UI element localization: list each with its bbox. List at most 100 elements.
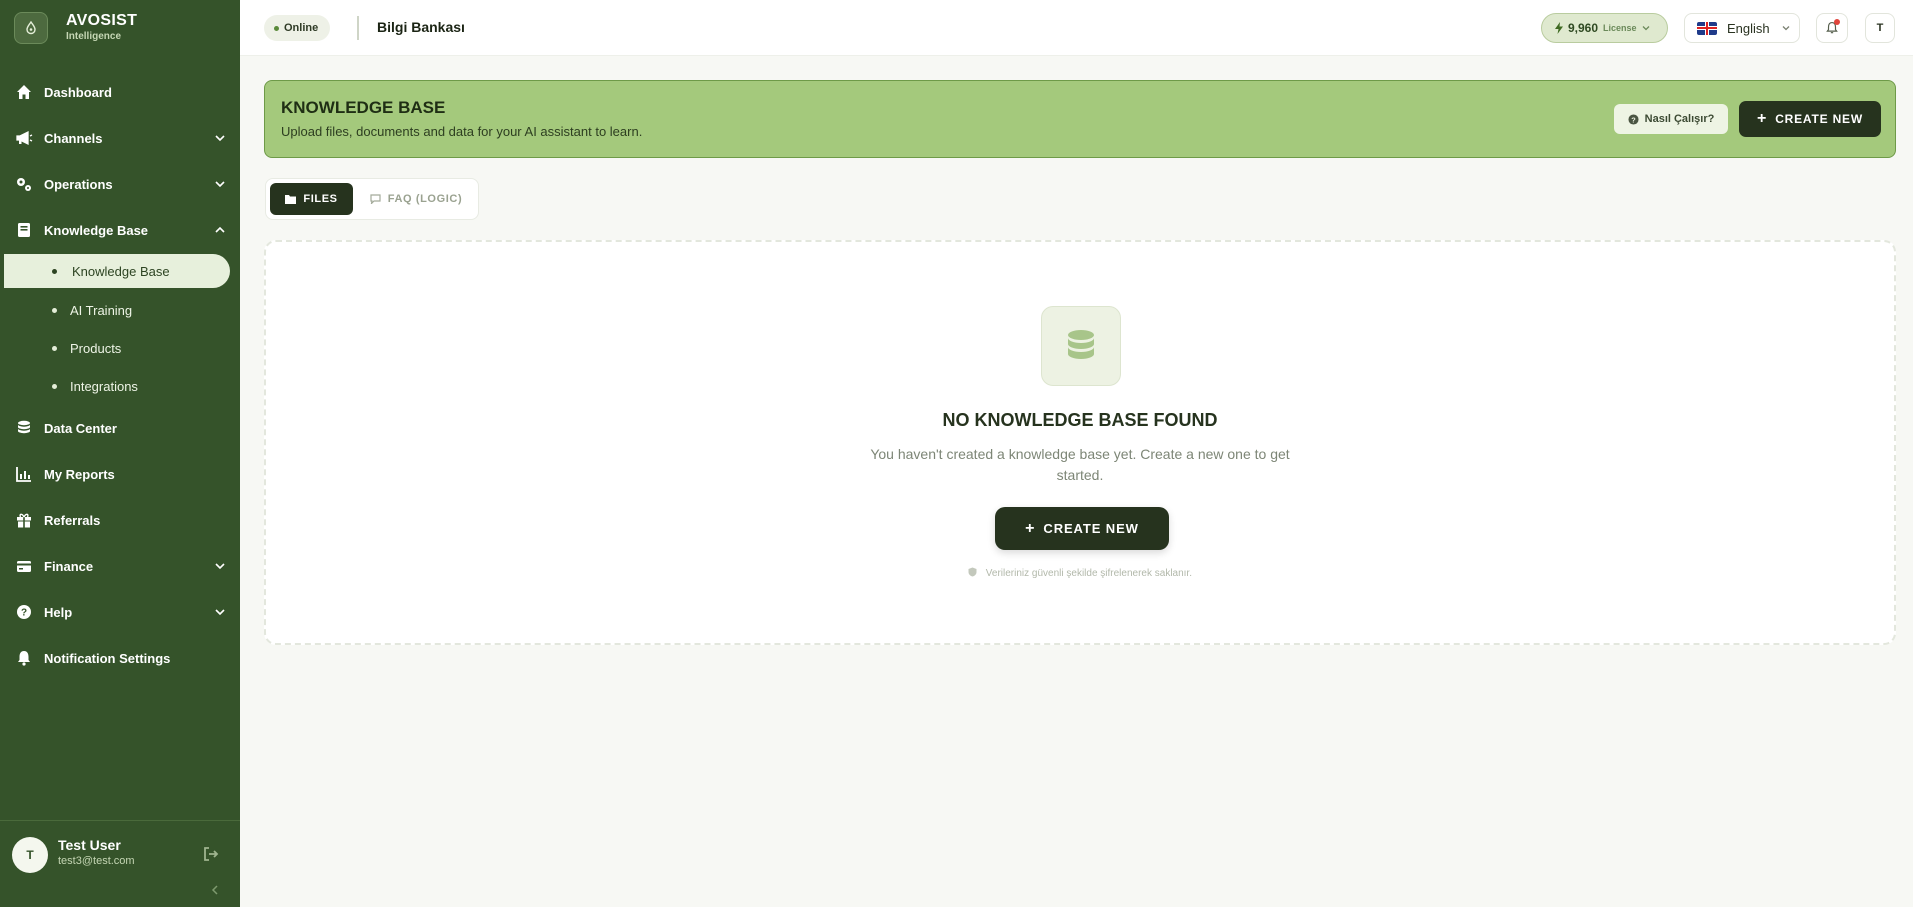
submenu-item-ai-training[interactable]: AI Training <box>4 293 230 327</box>
svg-text:?: ? <box>21 608 27 619</box>
sidebar-item-finance[interactable]: Finance <box>0 546 240 586</box>
brand-title: AVOSIST <box>66 12 138 29</box>
plus-icon: + <box>1025 519 1036 537</box>
content-tabs: FILES FAQ (LOGIC) <box>265 178 479 220</box>
license-label: License <box>1603 23 1637 33</box>
license-value: 9,960 <box>1568 21 1599 35</box>
header-divider <box>357 16 359 40</box>
logo-icon <box>14 12 48 44</box>
sidebar-item-label: Channels <box>44 130 103 146</box>
sidebar-item-label: Dashboard <box>44 84 112 100</box>
sidebar-item-help[interactable]: ? Help <box>0 592 240 632</box>
submenu-item-integrations[interactable]: Integrations <box>4 369 230 403</box>
sidebar-item-operations[interactable]: Operations <box>0 164 240 204</box>
submenu-item-knowledge-base[interactable]: Knowledge Base <box>4 254 230 288</box>
svg-text:?: ? <box>1631 115 1636 124</box>
notifications-button[interactable] <box>1816 13 1848 43</box>
sidebar: AVOSIST Intelligence Dashboard Channels … <box>0 0 240 907</box>
megaphone-icon <box>14 128 34 148</box>
empty-state-description: You haven't created a knowledge base yet… <box>870 446 1290 483</box>
chevron-down-icon <box>1642 26 1650 31</box>
knowledge-base-banner: KNOWLEDGE BASE Upload files, documents a… <box>264 80 1896 158</box>
how-it-works-label: Nasıl Çalışır? <box>1644 113 1715 125</box>
security-note: Verileriniz güvenli şekilde şifrelenerek… <box>266 567 1894 580</box>
sidebar-item-channels[interactable]: Channels <box>0 118 240 158</box>
gift-icon <box>14 510 34 530</box>
folder-icon <box>285 194 297 204</box>
banner-subtitle: Upload files, documents and data for you… <box>281 124 643 139</box>
language-selector[interactable]: English <box>1684 13 1800 43</box>
sidebar-item-my-reports[interactable]: My Reports <box>0 454 240 494</box>
uk-flag-icon <box>1697 21 1717 35</box>
sidebar-item-label: Referrals <box>44 512 101 528</box>
chart-icon <box>14 464 34 484</box>
create-new-button[interactable]: + CREATE NEW <box>1739 101 1881 137</box>
header-avatar[interactable]: T <box>1865 13 1895 43</box>
tab-files[interactable]: FILES <box>270 183 353 215</box>
tab-faq-label: FAQ (LOGIC) <box>387 193 463 205</box>
sidebar-item-label: Operations <box>44 176 113 192</box>
sidebar-item-label: Knowledge Base <box>44 222 149 238</box>
sidebar-item-notification-settings[interactable]: Notification Settings <box>0 638 240 678</box>
submenu-item-label: Knowledge Base <box>72 263 170 279</box>
user-name: Test User <box>58 837 121 853</box>
logout-icon[interactable] <box>202 845 220 863</box>
security-note-text: Verileriniz güvenli şekilde şifrelenerek… <box>985 568 1192 579</box>
bullet-icon <box>52 269 57 274</box>
chevron-up-icon <box>215 226 225 233</box>
empty-state-title: NO KNOWLEDGE BASE FOUND <box>942 410 1218 430</box>
tab-faq-logic[interactable]: FAQ (LOGIC) <box>358 183 474 215</box>
chat-bubble-icon <box>370 194 381 204</box>
database-icon <box>14 418 34 438</box>
wallet-icon <box>14 556 34 576</box>
page-title: Bilgi Bankası <box>377 19 465 35</box>
database-icon <box>1041 306 1121 386</box>
bullet-icon <box>52 384 57 389</box>
sidebar-item-data-center[interactable]: Data Center <box>0 408 240 448</box>
user-email: test3@test.com <box>58 855 135 867</box>
chevron-down-icon <box>215 181 225 188</box>
notification-dot <box>1834 19 1840 25</box>
sidebar-item-label: Data Center <box>44 420 117 436</box>
bolt-icon <box>1555 22 1563 34</box>
bell-icon <box>14 648 34 668</box>
shield-icon <box>968 567 977 580</box>
sidebar-item-label: My Reports <box>44 466 115 482</box>
submenu-item-label: AI Training <box>70 302 133 318</box>
tab-files-label: FILES <box>303 193 338 205</box>
brand[interactable]: AVOSIST Intelligence <box>14 12 137 44</box>
empty-state-panel: NO KNOWLEDGE BASE FOUND You haven't crea… <box>264 240 1896 645</box>
create-new-label: CREATE NEW <box>1775 112 1863 126</box>
license-badge[interactable]: 9,960 License <box>1541 13 1668 43</box>
status-badge: Online <box>264 15 331 41</box>
create-new-main-button[interactable]: + CREATE NEW <box>995 507 1169 550</box>
submenu-item-label: Integrations <box>70 378 138 394</box>
create-new-main-label: CREATE NEW <box>1043 521 1139 536</box>
home-icon <box>14 82 34 102</box>
avatar[interactable]: T <box>12 837 48 873</box>
plus-icon: + <box>1757 110 1768 127</box>
brand-subtitle: Intelligence <box>66 31 122 42</box>
bullet-icon <box>52 308 57 313</box>
sidebar-item-label: Help <box>44 604 73 620</box>
banner-title: KNOWLEDGE BASE <box>281 98 446 117</box>
sidebar-item-label: Finance <box>44 558 94 574</box>
chevron-down-icon <box>215 609 225 616</box>
language-label: English <box>1727 20 1770 36</box>
chevron-down-icon <box>215 135 225 142</box>
sidebar-item-dashboard[interactable]: Dashboard <box>0 72 240 112</box>
bullet-icon <box>52 346 57 351</box>
top-header: Online Bilgi Bankası 9,960 License Engli… <box>240 0 1913 56</box>
chevron-down-icon <box>1782 26 1790 31</box>
how-it-works-button[interactable]: ? Nasıl Çalışır? <box>1614 104 1728 134</box>
sidebar-item-referrals[interactable]: Referrals <box>0 500 240 540</box>
question-circle-icon: ? <box>1628 113 1639 125</box>
sidebar-item-knowledge-base[interactable]: Knowledge Base <box>0 210 240 250</box>
gears-icon <box>14 174 34 194</box>
chevron-left-icon[interactable] <box>208 883 222 897</box>
submenu-item-products[interactable]: Products <box>4 331 230 365</box>
help-icon: ? <box>14 602 34 622</box>
book-icon <box>14 220 34 240</box>
chevron-down-icon <box>215 563 225 570</box>
user-profile: T Test User test3@test.com <box>0 820 240 907</box>
